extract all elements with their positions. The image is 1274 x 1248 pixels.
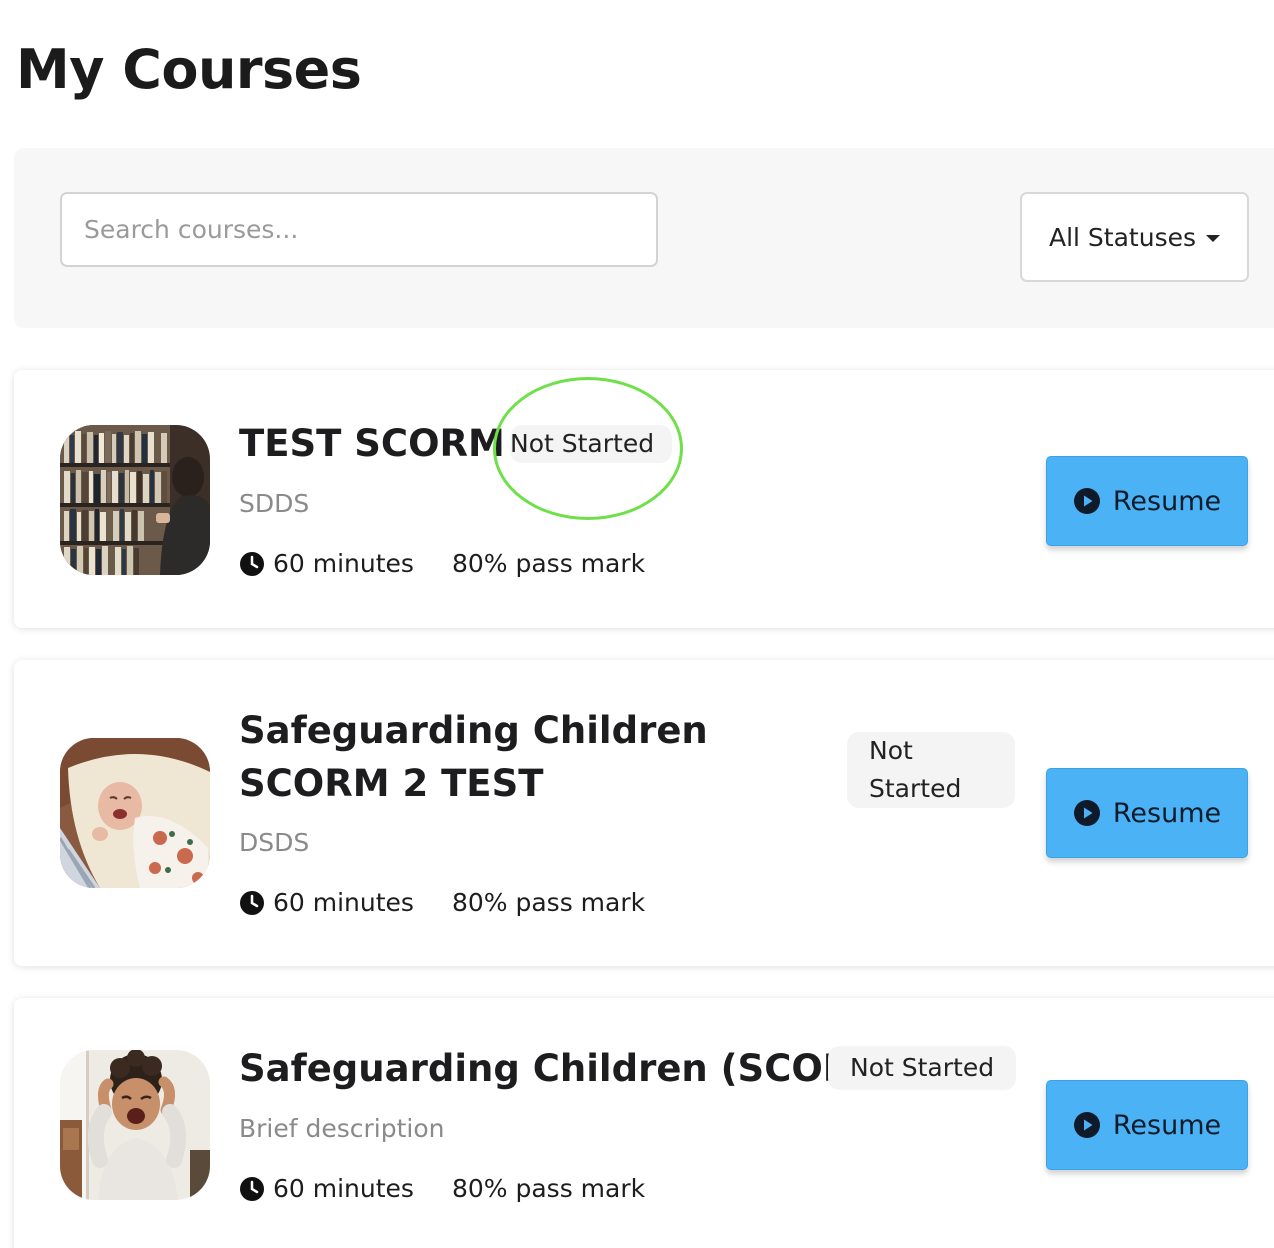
status-badge: Not Started bbox=[847, 732, 1015, 808]
course-card: Safeguarding Children SCORM 2 TEST Not S… bbox=[14, 660, 1274, 966]
page-title: My Courses bbox=[16, 38, 362, 101]
filter-panel: All Statuses bbox=[14, 148, 1274, 328]
course-meta: 60 minutes 80% pass mark bbox=[239, 549, 645, 578]
course-duration: 60 minutes bbox=[273, 1174, 414, 1203]
status-badge: Not Started bbox=[510, 425, 673, 463]
status-badge: Not Started bbox=[828, 1046, 1017, 1090]
course-pass-mark: 80% pass mark bbox=[451, 888, 646, 917]
screaming-child-image bbox=[60, 1050, 210, 1200]
search-input[interactable] bbox=[60, 192, 658, 267]
course-pass-mark: 80% pass mark bbox=[451, 549, 646, 578]
resume-label: Resume bbox=[1112, 1109, 1222, 1141]
course-title[interactable]: Safeguarding Children (SCORM) bbox=[239, 1042, 905, 1095]
resume-button[interactable]: Resume bbox=[1046, 768, 1248, 858]
clock-icon bbox=[239, 890, 265, 916]
play-circle-icon bbox=[1073, 799, 1101, 827]
course-title[interactable]: Safeguarding Children SCORM 2 TEST bbox=[239, 704, 829, 810]
course-duration: 60 minutes bbox=[273, 888, 414, 917]
play-circle-icon bbox=[1073, 487, 1101, 515]
course-meta: 60 minutes 80% pass mark bbox=[239, 888, 645, 917]
status-filter-label: All Statuses bbox=[1048, 222, 1196, 252]
course-thumbnail bbox=[60, 1050, 210, 1200]
course-description: DSDS bbox=[239, 828, 310, 857]
course-card: TEST SCORM Not Started SDDS 60 minutes 8… bbox=[14, 370, 1274, 628]
course-description: SDDS bbox=[239, 489, 310, 518]
course-duration: 60 minutes bbox=[273, 549, 414, 578]
course-title[interactable]: TEST SCORM bbox=[239, 417, 505, 470]
crying-baby-image bbox=[60, 738, 210, 888]
course-card: Safeguarding Children (SCORM) Not Starte… bbox=[14, 998, 1274, 1248]
course-thumbnail bbox=[60, 738, 210, 888]
course-meta: 60 minutes 80% pass mark bbox=[239, 1174, 645, 1203]
course-description: Brief description bbox=[239, 1114, 445, 1143]
library-bookshelf-image bbox=[60, 425, 210, 575]
course-thumbnail bbox=[60, 425, 210, 575]
status-filter-dropdown[interactable]: All Statuses bbox=[1020, 192, 1249, 282]
play-circle-icon bbox=[1073, 1111, 1101, 1139]
caret-down-icon bbox=[1206, 234, 1220, 242]
resume-label: Resume bbox=[1112, 797, 1222, 829]
resume-button[interactable]: Resume bbox=[1046, 456, 1248, 546]
resume-label: Resume bbox=[1112, 485, 1222, 517]
resume-button[interactable]: Resume bbox=[1046, 1080, 1248, 1170]
course-pass-mark: 80% pass mark bbox=[451, 1174, 646, 1203]
clock-icon bbox=[239, 551, 265, 577]
clock-icon bbox=[239, 1176, 265, 1202]
